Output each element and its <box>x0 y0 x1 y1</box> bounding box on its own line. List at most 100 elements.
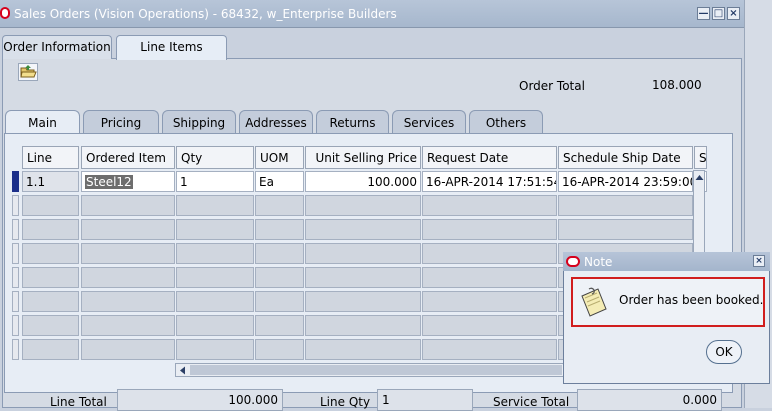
horizontal-scroll-thumb[interactable] <box>190 365 562 375</box>
grid-cell[interactable] <box>22 267 79 288</box>
tab-others[interactable]: Others <box>469 110 543 134</box>
line-qty-label: Line Qty <box>320 395 371 409</box>
note-paper-icon <box>581 287 607 317</box>
order-total-value: 108.000 <box>652 78 702 92</box>
ok-button[interactable]: OK <box>706 340 742 364</box>
grid-cell[interactable] <box>22 315 79 336</box>
row-indicator[interactable] <box>12 291 19 312</box>
column-header-s[interactable]: S <box>694 146 707 169</box>
grid-cell[interactable] <box>176 315 254 336</box>
note-message-highlight: Order has been booked. <box>571 277 765 327</box>
grid-cell[interactable] <box>305 339 421 360</box>
tab-returns[interactable]: Returns <box>316 110 389 134</box>
grid-cell[interactable] <box>176 339 254 360</box>
minimize-button[interactable]: — <box>697 7 710 20</box>
line-total-label: Line Total <box>50 395 107 409</box>
column-header-request-date[interactable]: Request Date <box>422 146 557 169</box>
order-total-label: Order Total <box>519 79 585 93</box>
grid-cell[interactable] <box>422 315 557 336</box>
grid-cell[interactable] <box>176 291 254 312</box>
tab-addresses[interactable]: Addresses <box>239 110 313 134</box>
grid-cell[interactable] <box>422 219 557 240</box>
grid-cell[interactable] <box>81 315 175 336</box>
grid-cell[interactable] <box>305 195 421 216</box>
cell-ordered-item[interactable]: Steel12 <box>81 171 175 192</box>
grid-cell[interactable] <box>422 243 557 264</box>
grid-cell[interactable] <box>255 315 304 336</box>
grid-cell[interactable] <box>81 267 175 288</box>
grid-cell[interactable] <box>22 243 79 264</box>
cell-uom[interactable]: Ea <box>255 171 304 192</box>
grid-cell[interactable] <box>81 243 175 264</box>
grid-cell[interactable] <box>176 267 254 288</box>
grid-cell[interactable] <box>22 291 79 312</box>
column-header-unit-selling-price[interactable]: Unit Selling Price <box>305 146 421 169</box>
restore-button[interactable]: □ <box>712 7 725 20</box>
column-header-qty[interactable]: Qty <box>176 146 254 169</box>
close-button[interactable]: × <box>727 7 740 20</box>
cell-request-date[interactable]: 16-APR-2014 17:51:54 <box>422 171 557 192</box>
grid-cell[interactable] <box>255 267 304 288</box>
column-header-ordered-item[interactable]: Ordered Item <box>81 146 175 169</box>
cell-schedule-ship-date[interactable]: 16-APR-2014 23:59:00 <box>558 171 693 192</box>
open-folder-icon[interactable] <box>18 63 38 81</box>
tab-pricing[interactable]: Pricing <box>83 110 159 134</box>
column-header-line[interactable]: Line <box>22 146 79 169</box>
grid-cell[interactable] <box>176 195 254 216</box>
grid-cell[interactable] <box>255 195 304 216</box>
grid-cell[interactable] <box>305 315 421 336</box>
grid-cell[interactable] <box>422 339 557 360</box>
note-close-button[interactable]: × <box>753 255 765 267</box>
cell-qty[interactable]: 1 <box>176 171 254 192</box>
grid-cell[interactable] <box>255 243 304 264</box>
grid-cell[interactable] <box>22 339 79 360</box>
grid-cell[interactable] <box>305 267 421 288</box>
grid-cell[interactable] <box>81 219 175 240</box>
grid-cell[interactable] <box>255 291 304 312</box>
current-row-indicator[interactable] <box>12 171 19 192</box>
cell-line[interactable]: 1.1 <box>22 171 79 192</box>
column-header-uom[interactable]: UOM <box>255 146 304 169</box>
row-indicator[interactable] <box>12 339 19 360</box>
grid-cell[interactable] <box>22 219 79 240</box>
grid-cell[interactable] <box>22 195 79 216</box>
window-title-bar: Sales Orders (Vision Operations) - 68432… <box>0 0 744 28</box>
note-dialog-title-bar[interactable]: Note <box>563 252 770 271</box>
row-indicator[interactable] <box>12 243 19 264</box>
grid-cell[interactable] <box>558 195 693 216</box>
horizontal-scrollbar[interactable] <box>175 363 564 377</box>
grid-cell[interactable] <box>305 291 421 312</box>
grid-cell[interactable] <box>422 195 557 216</box>
window-title: Sales Orders (Vision Operations) - 68432… <box>14 7 397 21</box>
column-header-schedule-ship-date[interactable]: Schedule Ship Date <box>558 146 693 169</box>
row-indicator[interactable] <box>12 315 19 336</box>
oracle-logo-icon <box>0 7 10 19</box>
scroll-up-arrow-icon[interactable] <box>695 174 704 181</box>
grid-cell[interactable] <box>558 219 693 240</box>
tab-main[interactable]: Main <box>5 110 80 135</box>
service-total-label: Service Total <box>493 395 570 409</box>
grid-cell[interactable] <box>81 339 175 360</box>
grid-cell[interactable] <box>176 243 254 264</box>
grid-cell[interactable] <box>422 267 557 288</box>
tab-shipping[interactable]: Shipping <box>162 110 236 134</box>
grid-cell[interactable] <box>255 339 304 360</box>
grid-cell[interactable] <box>81 291 175 312</box>
grid-cell[interactable] <box>422 291 557 312</box>
tab-order-information[interactable]: Order Information <box>2 35 112 59</box>
grid-cell[interactable] <box>81 195 175 216</box>
tab-line-items[interactable]: Line Items <box>116 35 227 60</box>
cell-unit-selling-price[interactable]: 100.000 <box>305 171 421 192</box>
row-indicator[interactable] <box>12 267 19 288</box>
row-indicator[interactable] <box>12 195 19 216</box>
row-indicator[interactable] <box>12 219 19 240</box>
note-message: Order has been booked. <box>619 293 764 307</box>
tab-services[interactable]: Services <box>392 110 466 134</box>
grid-cell[interactable] <box>305 243 421 264</box>
scroll-left-arrow-icon[interactable] <box>179 366 186 375</box>
grid-cell[interactable] <box>176 219 254 240</box>
note-dialog-title: Note <box>584 255 613 269</box>
grid-cell[interactable] <box>305 219 421 240</box>
grid-cell[interactable] <box>255 219 304 240</box>
oracle-logo-icon <box>566 256 580 267</box>
